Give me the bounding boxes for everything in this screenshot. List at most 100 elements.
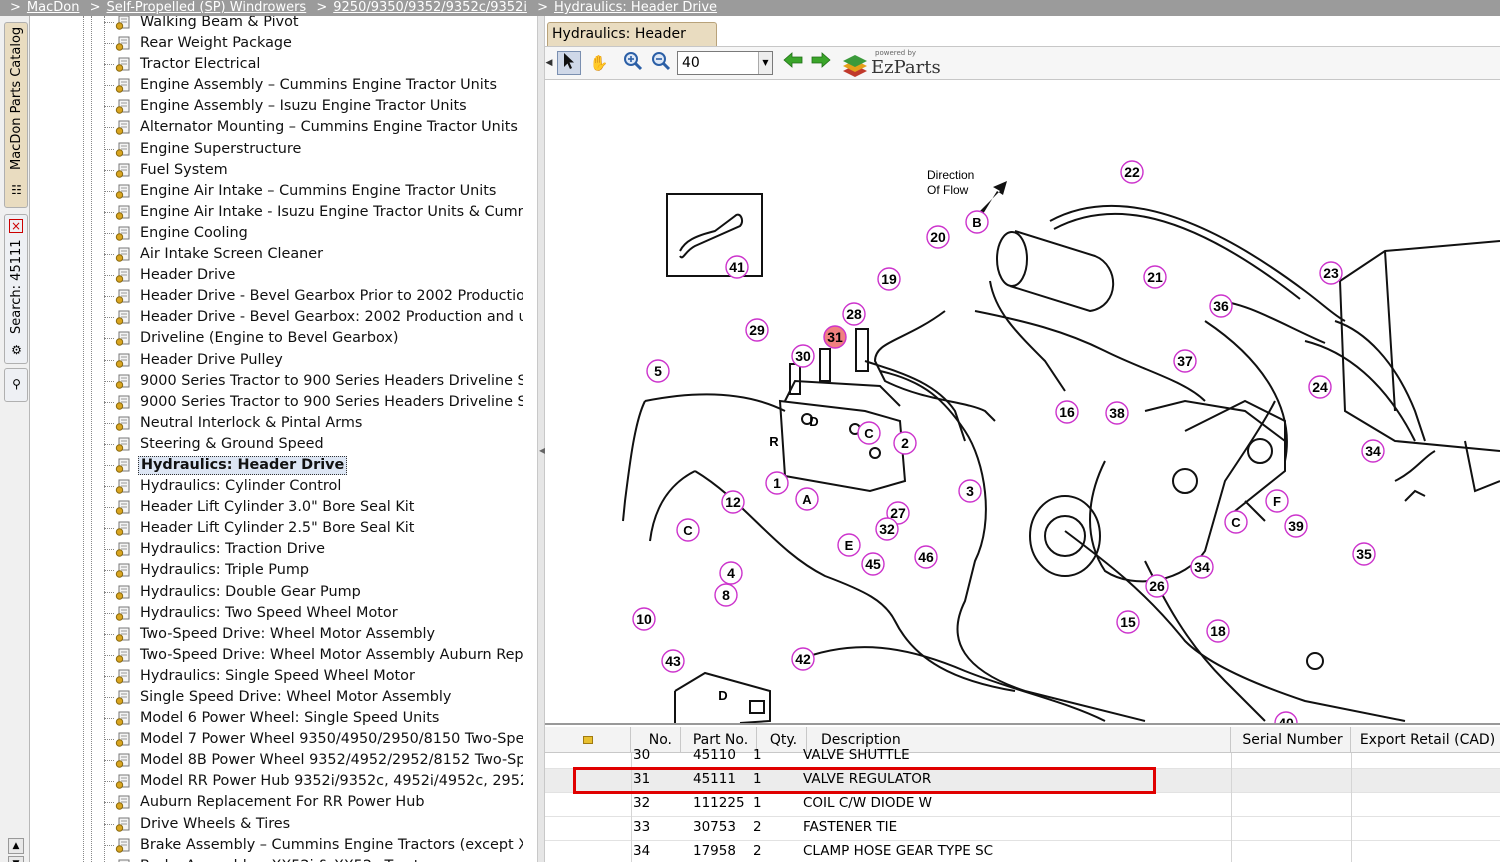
callout-8[interactable]: 8 — [714, 583, 738, 607]
tab-search[interactable]: × Search: 45111 ⚙ — [4, 214, 28, 364]
chevron-down-icon[interactable]: ▼ — [758, 52, 772, 74]
tree-item[interactable]: Neutral Interlock & Pintal Arms — [31, 413, 523, 434]
pointer-tool-button[interactable] — [557, 51, 581, 75]
callout-23[interactable]: 23 — [1319, 261, 1343, 285]
tree-item[interactable]: Drive Wheels & Tires — [31, 814, 523, 835]
close-icon[interactable]: × — [9, 219, 23, 233]
zoom-level-select[interactable]: 40 ▼ — [677, 51, 773, 75]
tree-item[interactable]: Hydraulics: Triple Pump — [31, 560, 523, 581]
callout-39[interactable]: 39 — [1284, 514, 1308, 538]
side-scroll-up-button[interactable]: ▲ — [8, 838, 24, 854]
callout-20[interactable]: 20 — [926, 225, 950, 249]
tree-item[interactable]: 9000 Series Tractor to 900 Series Header… — [31, 371, 523, 392]
callout-35[interactable]: 35 — [1352, 542, 1376, 566]
callout-46[interactable]: 46 — [914, 545, 938, 569]
callout-3[interactable]: 3 — [958, 479, 982, 503]
callout-C[interactable]: C — [1224, 510, 1248, 534]
tree-item[interactable]: Header Lift Cylinder 2.5" Bore Seal Kit — [31, 518, 523, 539]
tree-item[interactable]: Header Lift Cylinder 3.0" Bore Seal Kit — [31, 497, 523, 518]
table-row[interactable]: 33 30753 2 FASTENER TIE — [545, 817, 1500, 841]
next-button[interactable] — [809, 51, 833, 75]
tree-item-selected[interactable]: Hydraulics: Header Drive — [31, 455, 523, 476]
tree-item[interactable]: Air Intake Screen Cleaner — [31, 244, 523, 265]
callout-45[interactable]: 45 — [861, 552, 885, 576]
callout-10[interactable]: 10 — [632, 607, 656, 631]
tree-item[interactable]: Model 6 Power Wheel: Single Speed Units — [31, 708, 523, 729]
tree-item[interactable]: Hydraulics: Traction Drive — [31, 539, 523, 560]
callout-15[interactable]: 15 — [1116, 610, 1140, 634]
panel-splitter[interactable]: ◀ — [537, 16, 545, 862]
tree-item[interactable]: Two-Speed Drive: Wheel Motor Assembly Au… — [31, 645, 523, 666]
previous-button[interactable] — [781, 51, 805, 75]
callout-38[interactable]: 38 — [1105, 401, 1129, 425]
callout-D[interactable]: D — [718, 688, 727, 703]
toolbar-collapse-icon[interactable]: ◀ — [545, 51, 553, 75]
pan-tool-button[interactable]: ✋ — [587, 51, 611, 75]
callout-12[interactable]: 12 — [721, 490, 745, 514]
callout-36[interactable]: 36 — [1209, 294, 1233, 318]
tree-item[interactable]: Header Drive Pulley — [31, 350, 523, 371]
tree-item[interactable]: 9000 Series Tractor to 900 Series Header… — [31, 392, 523, 413]
table-row[interactable]: 30 45110 1 VALVE SHUTTLE — [545, 745, 1500, 769]
tab-parts-catalog[interactable]: MacDon Parts Catalog ☷ — [4, 22, 28, 208]
tree-item[interactable]: Driveline (Engine to Bevel Gearbox) — [31, 328, 523, 349]
tab-magnifier[interactable]: ⚲ — [4, 368, 28, 402]
callout-34[interactable]: 34 — [1190, 555, 1214, 579]
callout-B[interactable]: B — [965, 210, 989, 234]
callout-37[interactable]: 37 — [1173, 349, 1197, 373]
callout-18[interactable]: 18 — [1206, 619, 1230, 643]
tree-item[interactable]: Brake Assembly – XX52i & XX52c Tractors — [31, 856, 523, 862]
callout-1[interactable]: 1 — [765, 471, 789, 495]
tree-item[interactable]: Engine Superstructure — [31, 139, 523, 160]
callout-24[interactable]: 24 — [1308, 375, 1332, 399]
side-scroll-down-button[interactable]: ▼ — [8, 856, 24, 862]
tree-item[interactable]: Header Drive - Bevel Gearbox: 2002 Produ… — [31, 307, 523, 328]
tree-item[interactable]: Header Drive — [31, 265, 523, 286]
callout-19[interactable]: 19 — [877, 267, 901, 291]
callout-32[interactable]: 32 — [875, 517, 899, 541]
tree-item[interactable]: Model RR Power Hub 9352i/9352c, 4952i/49… — [31, 771, 523, 792]
callout-R[interactable]: R — [769, 434, 779, 449]
tree-item[interactable]: Steering & Ground Speed — [31, 434, 523, 455]
callout-E[interactable]: E — [837, 533, 861, 557]
tree-item[interactable]: Hydraulics: Two Speed Wheel Motor — [31, 603, 523, 624]
callout-5[interactable]: 5 — [646, 359, 670, 383]
callout-F[interactable]: F — [1265, 489, 1289, 513]
zoom-out-button[interactable] — [649, 51, 673, 75]
callout-43[interactable]: 43 — [661, 649, 685, 673]
callout-26[interactable]: 26 — [1145, 574, 1169, 598]
callout-34[interactable]: 34 — [1361, 439, 1385, 463]
tab-header-drive[interactable]: Hydraulics: Header Drive — [547, 22, 717, 65]
tree-item[interactable]: Brake Assembly – Cummins Engine Tractors… — [31, 835, 523, 856]
tree-item[interactable]: Engine Air Intake – Cummins Engine Tract… — [31, 181, 523, 202]
callout-A[interactable]: A — [795, 487, 819, 511]
callout-16[interactable]: 16 — [1055, 400, 1079, 424]
tree-item[interactable]: Header Drive - Bevel Gearbox Prior to 20… — [31, 286, 523, 307]
callout-21[interactable]: 21 — [1143, 265, 1167, 289]
tree-item[interactable]: Model 8B Power Wheel 9352/4952/2952/8152… — [31, 750, 523, 771]
tree-item[interactable]: Alternator Mounting – Cummins Engine Tra… — [31, 117, 523, 138]
tree-item[interactable]: Engine Assembly – Cummins Engine Tractor… — [31, 75, 523, 96]
tree-item[interactable]: Fuel System — [31, 160, 523, 181]
breadcrumb-link-windrowers[interactable]: Self-Propelled (SP) Windrowers — [107, 0, 307, 15]
tree-item[interactable]: Model 7 Power Wheel 9350/4950/2950/8150 … — [31, 729, 523, 750]
table-row[interactable]: 34 17958 2 CLAMP HOSE GEAR TYPE SC — [545, 841, 1500, 862]
callout-31[interactable]: 31 — [823, 325, 847, 349]
table-row[interactable]: 31 45111 1 VALVE REGULATOR — [545, 769, 1500, 793]
callout-29[interactable]: 29 — [745, 318, 769, 342]
callout-40[interactable]: 40 — [1274, 711, 1298, 723]
zoom-in-button[interactable] — [621, 51, 645, 75]
tree-item[interactable]: Engine Air Intake - Isuzu Engine Tractor… — [31, 202, 523, 223]
callout-42[interactable]: 42 — [791, 647, 815, 671]
tree-item[interactable]: Single Speed Drive: Wheel Motor Assembly — [31, 687, 523, 708]
tree-item[interactable]: Auburn Replacement For RR Power Hub — [31, 792, 523, 813]
tree-item[interactable]: Hydraulics: Single Speed Wheel Motor — [31, 666, 523, 687]
callout-30[interactable]: 30 — [791, 344, 815, 368]
breadcrumb-link-macdon[interactable]: MacDon — [27, 0, 80, 15]
callout-C[interactable]: C — [857, 421, 881, 445]
tree-item[interactable]: Hydraulics: Cylinder Control — [31, 476, 523, 497]
tree-item[interactable]: Two-Speed Drive: Wheel Motor Assembly — [31, 624, 523, 645]
callout-D[interactable]: D — [809, 414, 818, 429]
tree-item[interactable]: Tractor Electrical — [31, 54, 523, 75]
table-row[interactable]: 32 111225 1 COIL C/W DIODE W — [545, 793, 1500, 817]
